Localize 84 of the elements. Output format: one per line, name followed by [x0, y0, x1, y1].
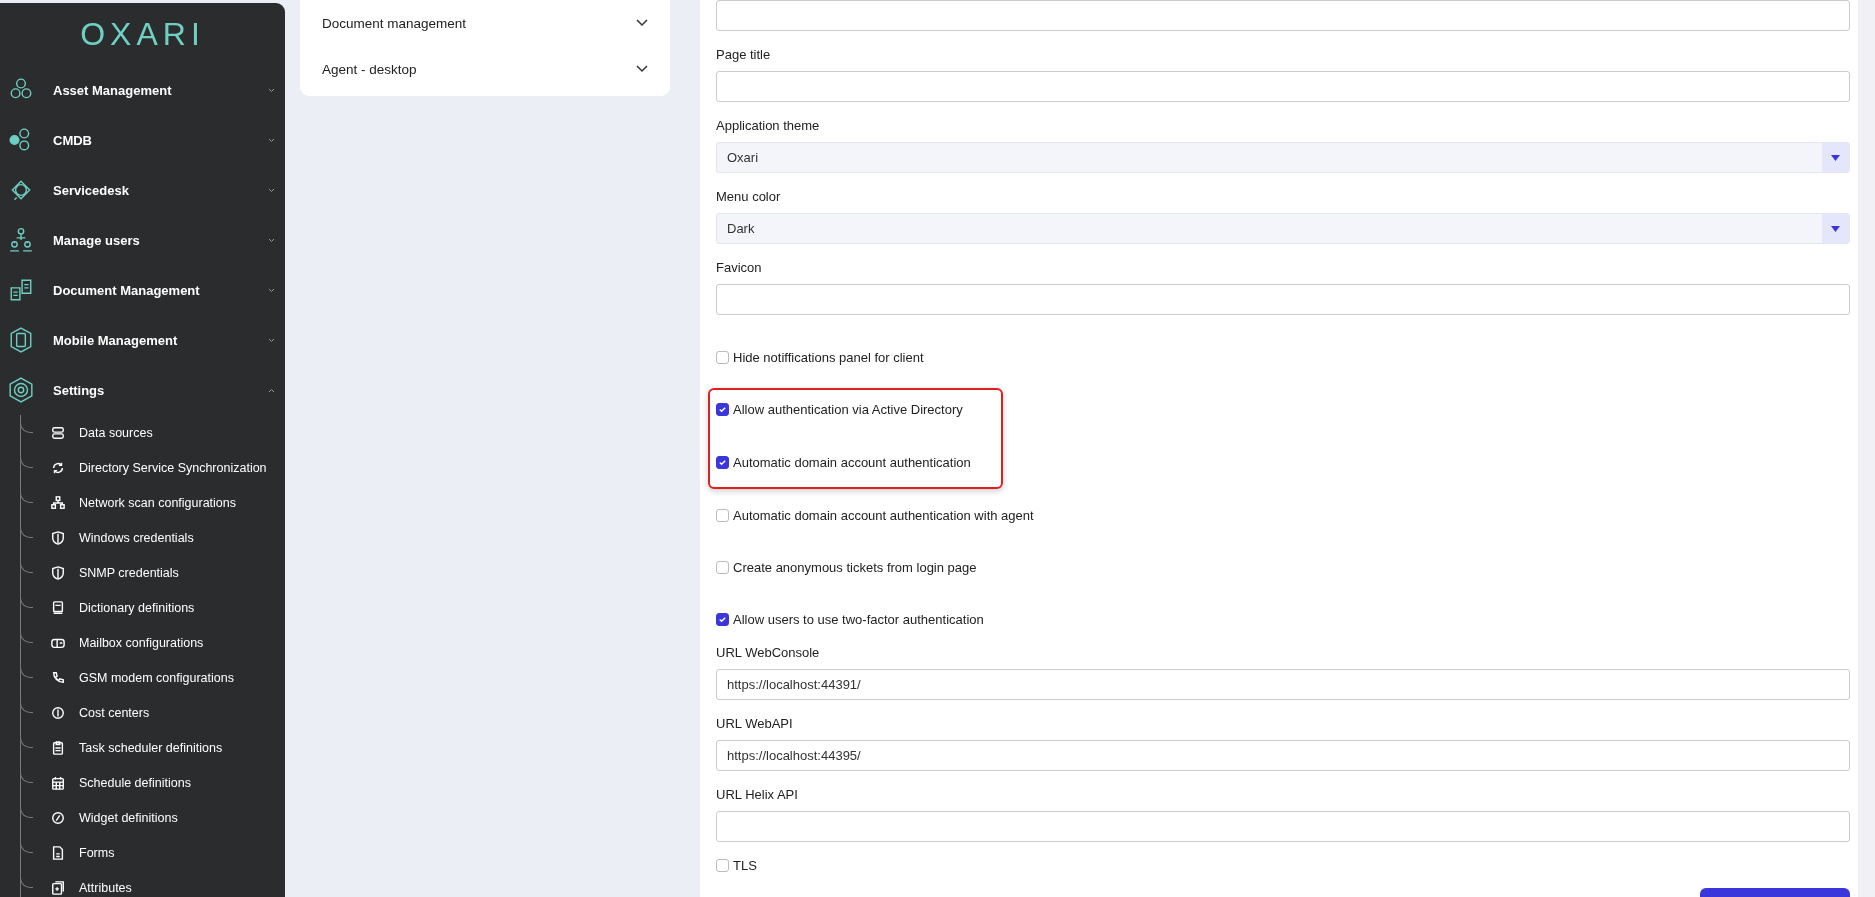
people-icon — [8, 227, 34, 253]
calendar-icon — [51, 775, 65, 790]
checkbox-label: Allow authentication via Active Directory — [733, 401, 963, 417]
text-field[interactable]: https://localhost:44395/ — [716, 740, 1850, 771]
documents-icon — [8, 277, 34, 303]
checkbox-label: Allow users to use two-factor authentication — [733, 611, 984, 627]
checkbox-row[interactable]: Hide notiffications panel for client — [716, 347, 924, 367]
logo[interactable]: OXARI — [80, 15, 205, 53]
book-icon — [51, 600, 65, 615]
checkbox-row[interactable]: Create anonymous tickets from login page — [716, 557, 977, 577]
checkbox-label: Hide notiffications panel for client — [733, 349, 924, 365]
sidebar-item[interactable]: Document Management — [0, 265, 285, 315]
checkbox[interactable] — [716, 508, 729, 522]
field-label: Application theme — [716, 117, 820, 134]
checkbox-label: Automatic domain account authentication with agent — [733, 507, 1034, 523]
text-field[interactable] — [716, 71, 1850, 102]
sidebar-item[interactable]: Servicedesk — [0, 165, 285, 215]
checkbox[interactable] — [716, 612, 729, 626]
sidebar-subitem[interactable]: Windows credentials — [79, 530, 194, 545]
gear-icon — [8, 377, 34, 403]
checkbox-row[interactable]: Automatic domain account authentication with agent — [716, 505, 1034, 525]
sidebar-item[interactable]: Settings — [0, 365, 285, 415]
tablet-icon — [8, 327, 34, 353]
checkbox-row[interactable]: TLS — [716, 855, 757, 875]
text-field[interactable] — [716, 284, 1850, 315]
form-icon — [51, 845, 65, 860]
refresh-icon — [51, 460, 65, 475]
shield-icon — [51, 530, 65, 545]
shield-icon — [51, 565, 65, 580]
field-label: Favicon — [716, 259, 762, 276]
field-label: Page title — [716, 46, 771, 63]
sidebar-subitem[interactable]: Attributes — [79, 880, 132, 895]
checkmark-icon — [718, 457, 727, 467]
checkbox-label: Create anonymous tickets from login page — [733, 559, 977, 575]
sidebar-subitem[interactable]: GSM modem configurations — [79, 670, 234, 685]
attribute-icon — [51, 880, 65, 895]
sidebar-item[interactable]: Manage users — [0, 215, 285, 265]
checkbox[interactable] — [716, 455, 729, 469]
checkbox-label: Automatic domain account authentication — [733, 454, 971, 470]
dropdown-arrow-icon — [1831, 225, 1840, 232]
checkmark-icon — [718, 614, 727, 624]
field-value: https://localhost:44395/ — [727, 748, 861, 763]
sidebar-subitem[interactable]: Forms — [79, 845, 115, 860]
checkbox-label: TLS — [733, 857, 757, 873]
text-field[interactable]: https://localhost:44391/ — [716, 669, 1850, 700]
sidebar-subitem[interactable]: Directory Service Synchronization — [79, 460, 267, 475]
checkbox[interactable] — [716, 350, 729, 364]
sidebar-subitem[interactable]: Network scan configurations — [79, 495, 237, 510]
checkbox[interactable] — [716, 560, 729, 574]
field-label: URL WebAPI — [716, 715, 793, 732]
text-field[interactable] — [716, 0, 1850, 31]
phone-icon — [51, 670, 65, 685]
sidebar-subitem[interactable]: Widget definitions — [79, 810, 178, 825]
checkbox[interactable] — [716, 858, 729, 872]
network-icon — [51, 495, 65, 510]
field-label: Menu color — [716, 188, 781, 205]
section-header[interactable]: Agent - desktop — [300, 46, 670, 92]
dropdown-arrow-icon — [1831, 154, 1840, 161]
field-label: URL Helix API — [716, 786, 798, 803]
checkbox[interactable] — [716, 402, 729, 416]
sidebar-subitem[interactable]: SNMP credentials — [79, 565, 179, 580]
text-field[interactable] — [716, 811, 1850, 842]
sidebar-subitem[interactable]: Cost centers — [79, 705, 150, 720]
checkbox-row[interactable]: Automatic domain account authentication — [716, 452, 971, 472]
sidebar-item[interactable]: Mobile Management — [0, 315, 285, 365]
dropdown[interactable]: Oxari — [716, 142, 1850, 173]
sidebar-subitem[interactable]: Mailbox configurations — [79, 635, 204, 650]
server-icon — [51, 425, 65, 440]
sidebar-subitem[interactable]: Task scheduler definitions — [79, 740, 223, 755]
checkmark-icon — [718, 404, 727, 414]
sidebar-item[interactable]: Asset Management — [0, 65, 285, 115]
coin-icon — [51, 705, 65, 720]
section-header[interactable]: Document management — [300, 0, 670, 46]
dropdown[interactable]: Dark — [716, 213, 1850, 244]
field-label: URL WebConsole — [716, 644, 820, 661]
sidebar-item[interactable]: CMDB — [0, 115, 285, 165]
sidebar-subitem[interactable]: Data sources — [79, 425, 153, 440]
checkbox-row[interactable]: Allow authentication via Active Directory — [716, 399, 963, 419]
field-value: https://localhost:44391/ — [727, 677, 861, 692]
sidebar-subitem[interactable]: Dictionary definitions — [79, 600, 195, 615]
sidebar-subitem[interactable]: Schedule definitions — [79, 775, 191, 790]
clipboard-icon — [51, 740, 65, 755]
checkbox-row[interactable]: Allow users to use two-factor authentication — [716, 609, 984, 629]
gauge-icon — [51, 810, 65, 825]
